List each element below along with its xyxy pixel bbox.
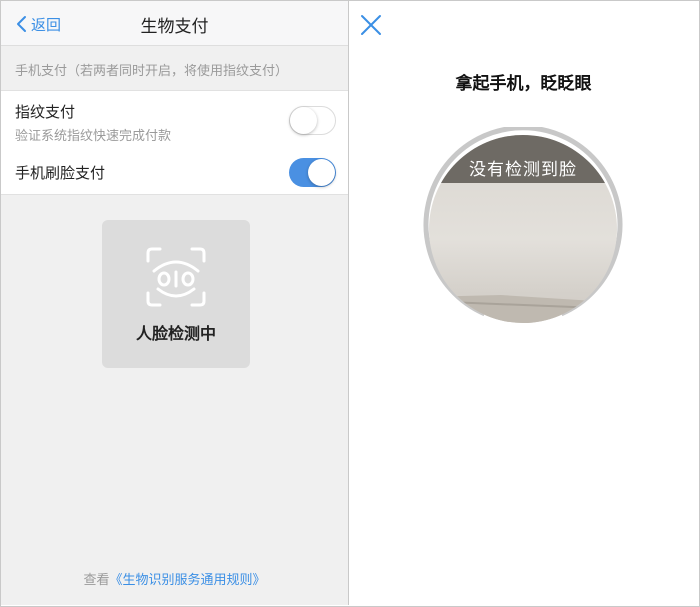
fingerprint-pay-subtitle: 验证系统指纹快速完成付款	[15, 129, 172, 144]
toggle-knob	[308, 159, 335, 186]
footer-prefix: 查看	[83, 573, 110, 588]
camera-viewfinder: 没有检测到脸	[421, 125, 625, 331]
close-icon[interactable]	[359, 13, 383, 37]
fingerprint-pay-row: 指纹支付 验证系统指纹快速完成付款	[1, 90, 348, 151]
section-hint: 手机支付（若两者同时开启，将使用指纹支付）	[15, 64, 289, 79]
face-scan-icon	[146, 247, 206, 307]
face-detecting-label: 人脸检测中	[135, 324, 216, 343]
footer-rules: 查看《生物识别服务通用规则》	[1, 569, 348, 588]
instruction-prompt: 拿起手机，眨眨眼	[455, 74, 592, 94]
face-pay-row: 手机刷脸支付	[1, 150, 348, 195]
face-pay-toggle[interactable]	[289, 158, 336, 187]
fingerprint-pay-toggle[interactable]	[289, 106, 336, 135]
face-detecting-card: 人脸检测中	[102, 220, 250, 368]
nav-bar: 返回 生物支付	[1, 1, 348, 46]
toggle-knob	[290, 107, 317, 134]
face-capture-screen: 拿起手机，眨眨眼 没有检测到脸	[349, 1, 698, 605]
face-status-text: 没有检测到脸	[469, 160, 577, 180]
biometric-rules-link[interactable]: 《生物识别服务通用规则》	[110, 573, 266, 588]
face-pay-title: 手机刷脸支付	[15, 164, 106, 182]
fingerprint-pay-title: 指纹支付	[15, 103, 76, 121]
page-title: 生物支付	[140, 17, 209, 37]
biometric-settings-screen: 返回 生物支付 手机支付（若两者同时开启，将使用指纹支付） 指纹支付 验证系统指…	[1, 1, 348, 605]
